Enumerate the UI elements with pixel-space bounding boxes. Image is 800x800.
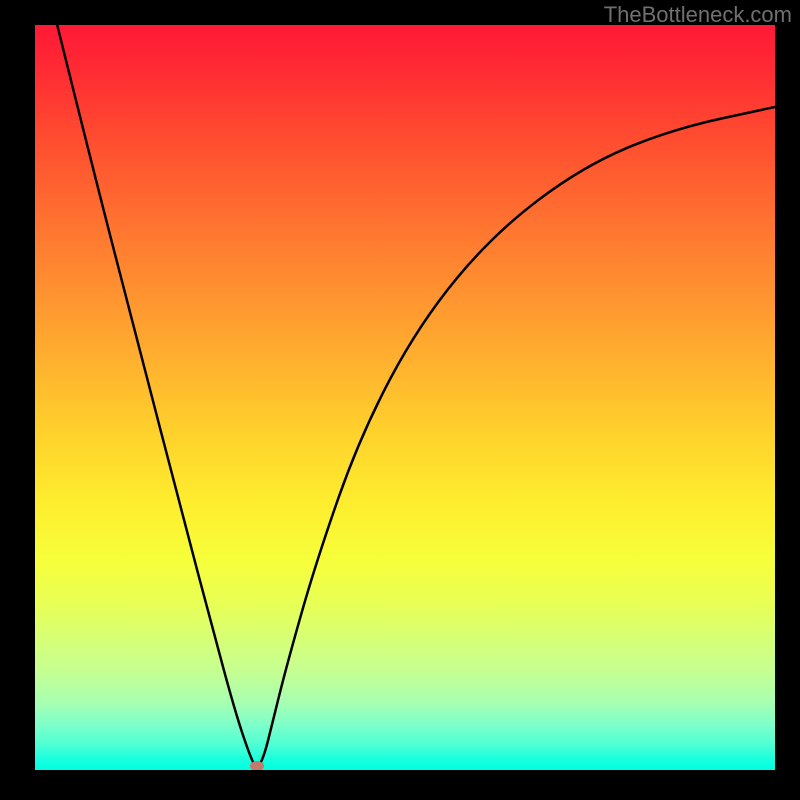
- plot-area: [35, 25, 775, 770]
- marker-min: [250, 761, 264, 770]
- bottleneck-curve: [35, 25, 775, 770]
- watermark: TheBottleneck.com: [604, 2, 792, 28]
